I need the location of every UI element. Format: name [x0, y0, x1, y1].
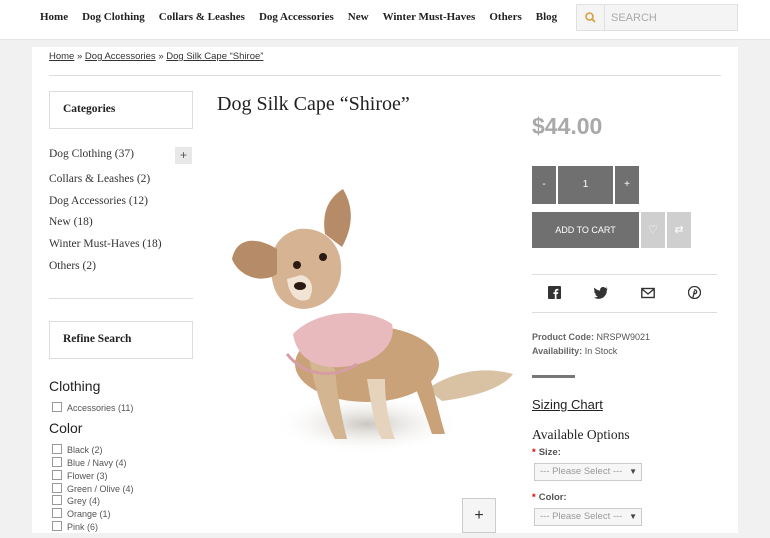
- filter-option-grey[interactable]: Grey (4): [52, 495, 100, 506]
- category-link-dog-clothing[interactable]: Dog Clothing (37): [49, 148, 134, 160]
- divider: [49, 75, 721, 76]
- categories-title: Categories: [63, 103, 116, 115]
- quantity-input[interactable]: 1: [558, 166, 613, 204]
- filter-option-orange[interactable]: Orange (1): [52, 508, 111, 519]
- divider: [532, 312, 717, 313]
- add-to-cart-button[interactable]: ADD TO CART: [532, 212, 639, 248]
- size-select-value: --- Please Select ---: [540, 466, 623, 477]
- product-code-label: Product Code:: [532, 332, 594, 342]
- filter-option-flower[interactable]: Flower (3): [52, 470, 108, 481]
- filter-option-green-olive[interactable]: Green / Olive (4): [52, 483, 134, 494]
- search-box[interactable]: SEARCH: [576, 4, 738, 31]
- search-input[interactable]: SEARCH: [611, 12, 657, 24]
- filter-option-label: Blue / Navy (4): [67, 458, 127, 468]
- color-label-text: Color:: [538, 492, 567, 503]
- breadcrumb-home[interactable]: Home: [49, 51, 74, 62]
- nav-item-dog-accessories[interactable]: Dog Accessories: [259, 11, 334, 23]
- filter-option-label: Pink (6): [67, 522, 99, 532]
- nav-item-collars-leashes[interactable]: Collars & Leashes: [159, 11, 245, 23]
- pinterest-icon[interactable]: [687, 285, 702, 300]
- search-icon[interactable]: [577, 5, 605, 30]
- filter-heading-color: Color: [49, 420, 83, 436]
- availability: Availability: In Stock: [532, 346, 617, 356]
- required-mark: *: [532, 492, 536, 503]
- zoom-button[interactable]: +: [462, 498, 496, 533]
- checkbox[interactable]: [52, 470, 62, 480]
- nav-item-dog-clothing[interactable]: Dog Clothing: [82, 11, 145, 23]
- available-options-heading: Available Options: [532, 427, 630, 442]
- product-image[interactable]: [217, 139, 514, 533]
- sizing-chart-link[interactable]: Sizing Chart: [532, 397, 603, 412]
- checkbox[interactable]: [52, 508, 62, 518]
- checkbox[interactable]: [52, 457, 62, 467]
- twitter-icon[interactable]: [594, 286, 608, 300]
- color-select[interactable]: --- Please Select --- ▼: [534, 508, 642, 526]
- divider: [532, 274, 717, 275]
- divider: [532, 375, 575, 378]
- size-label: * Size:: [532, 447, 561, 458]
- filter-option-label: Orange (1): [67, 509, 111, 519]
- expand-category-button[interactable]: +: [175, 147, 192, 164]
- top-navigation: Home Dog Clothing Collars & Leashes Dog …: [0, 0, 770, 40]
- nav-item-blog[interactable]: Blog: [536, 11, 557, 23]
- category-link-new[interactable]: New (18): [49, 216, 93, 228]
- breadcrumb-separator: »: [76, 51, 83, 62]
- nav-item-home[interactable]: Home: [40, 11, 68, 23]
- product-code: Product Code: NRSPW9021: [532, 332, 650, 342]
- color-select-value: --- Please Select ---: [540, 511, 623, 522]
- page-content: Home » Dog Accessories » Dog Silk Cape “…: [32, 47, 738, 533]
- filter-option-label: Black (2): [67, 445, 103, 455]
- checkbox[interactable]: [52, 495, 62, 505]
- nav-item-new[interactable]: New: [348, 11, 369, 23]
- checkbox[interactable]: [52, 483, 62, 493]
- product-title: Dog Silk Cape “Shiroe”: [217, 93, 410, 115]
- category-link-others[interactable]: Others (2): [49, 260, 96, 272]
- category-link-winter-must-haves[interactable]: Winter Must-Haves (18): [49, 238, 162, 250]
- filter-option-label: Green / Olive (4): [67, 484, 134, 494]
- chevron-down-icon: ▼: [629, 512, 637, 521]
- breadcrumb-separator: »: [158, 51, 164, 62]
- main-menu: Home Dog Clothing Collars & Leashes Dog …: [40, 11, 571, 23]
- filter-option-blue-navy[interactable]: Blue / Navy (4): [52, 457, 127, 468]
- chevron-down-icon: ▼: [629, 467, 637, 476]
- size-label-text: Size:: [538, 447, 561, 458]
- size-select[interactable]: --- Please Select --- ▼: [534, 463, 642, 481]
- filter-option-black[interactable]: Black (2): [52, 444, 103, 455]
- category-link-collars-leashes[interactable]: Collars & Leashes (2): [49, 173, 150, 185]
- filter-heading-clothing: Clothing: [49, 378, 101, 394]
- quantity-decrease-button[interactable]: -: [532, 166, 556, 204]
- breadcrumb: Home » Dog Accessories » Dog Silk Cape “…: [49, 51, 263, 62]
- availability-value: In Stock: [584, 346, 618, 356]
- filter-option-label: Grey (4): [67, 496, 101, 506]
- required-mark: *: [532, 447, 536, 458]
- refine-search-title: Refine Search: [63, 333, 132, 345]
- nav-item-winter-must-haves[interactable]: Winter Must-Haves: [383, 11, 476, 23]
- checkbox[interactable]: [52, 521, 62, 531]
- compare-icon[interactable]: ⇄: [667, 212, 691, 248]
- facebook-icon[interactable]: [548, 286, 562, 300]
- availability-label: Availability:: [532, 346, 583, 356]
- refine-search-box: Refine Search: [49, 321, 193, 359]
- email-icon[interactable]: [641, 286, 655, 300]
- checkbox[interactable]: [52, 402, 62, 412]
- checkbox[interactable]: [52, 444, 62, 454]
- filter-option-pink[interactable]: Pink (6): [52, 521, 98, 532]
- filter-option-label: Flower (3): [67, 471, 108, 481]
- nav-item-others[interactable]: Others: [489, 11, 521, 23]
- divider: [49, 298, 193, 299]
- quantity-increase-button[interactable]: +: [615, 166, 639, 204]
- categories-box: Categories: [49, 91, 193, 129]
- breadcrumb-current[interactable]: Dog Silk Cape “Shiroe”: [166, 51, 263, 62]
- filter-option-accessories[interactable]: Accessories (11): [52, 402, 133, 413]
- filter-option-label: Accessories (11): [67, 403, 134, 413]
- heart-icon[interactable]: ♡: [641, 212, 665, 248]
- category-link-dog-accessories[interactable]: Dog Accessories (12): [49, 195, 148, 207]
- color-label: * Color:: [532, 492, 567, 503]
- product-code-value: NRSPW9021: [596, 332, 651, 342]
- product-price: $44.00: [532, 113, 603, 139]
- breadcrumb-category[interactable]: Dog Accessories: [85, 51, 156, 62]
